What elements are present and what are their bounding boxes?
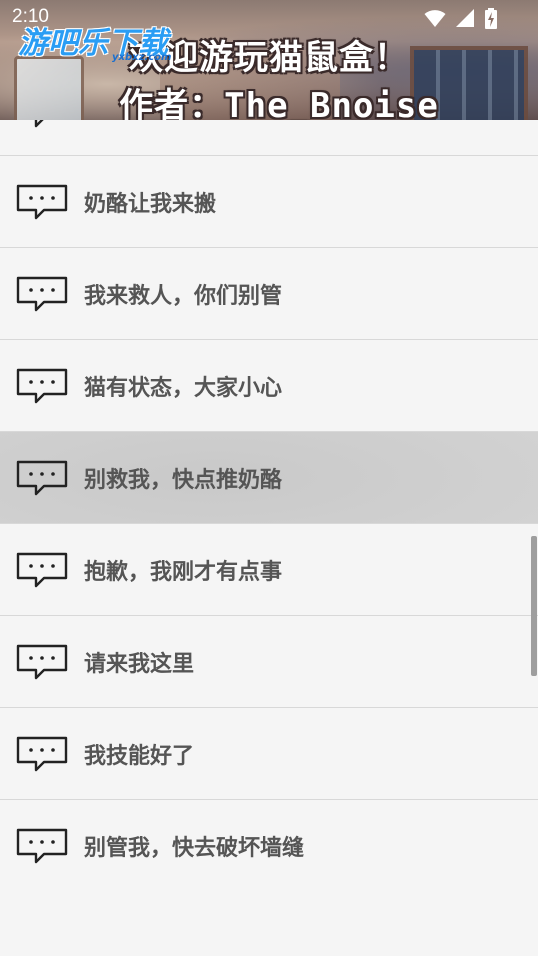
status-icons	[420, 8, 498, 29]
chat-bubble-icon	[16, 460, 68, 495]
list-scrollbar[interactable]	[531, 536, 537, 676]
cell-signal-icon	[455, 9, 474, 27]
list-item-label: 别救我，快点推奶酪	[84, 467, 283, 493]
list-item-label: 请来我这里	[84, 651, 195, 677]
app-screen: 奶酪让我来搬 我来救人，你们别管 猫有状态，大家小心 别救我，快点推奶酪 抱歉，…	[0, 0, 538, 956]
status-time: 2:10	[12, 6, 49, 27]
banner-author-text: 作者：The_Bnoise	[119, 86, 439, 120]
status-bar: 2:10	[0, 0, 538, 36]
chat-bubble-icon	[16, 276, 68, 311]
quick-chat-list[interactable]: 奶酪让我来搬 我来救人，你们别管 猫有状态，大家小心 别救我，快点推奶酪 抱歉，…	[0, 64, 538, 891]
chat-bubble-icon	[16, 184, 68, 219]
list-item[interactable]: 我技能好了	[0, 708, 538, 800]
list-item-label: 猫有状态，大家小心	[84, 375, 283, 401]
chat-bubble-icon	[16, 828, 68, 863]
list-item[interactable]: 请来我这里	[0, 616, 538, 708]
list-item[interactable]: 我来救人，你们别管	[0, 248, 538, 340]
chat-bubble-icon	[16, 552, 68, 587]
wifi-icon	[424, 10, 446, 27]
list-item-pressed[interactable]: 别救我，快点推奶酪	[0, 432, 538, 524]
list-item[interactable]: 奶酪让我来搬	[0, 156, 538, 248]
watermark-url: yxbxz.com	[112, 52, 172, 63]
chat-bubble-icon	[16, 368, 68, 403]
list-item-label: 奶酪让我来搬	[84, 191, 217, 217]
list-item-label: 抱歉，我刚才有点事	[84, 559, 283, 585]
chat-bubble-icon	[16, 736, 68, 771]
list-item[interactable]: 别管我，快去破坏墙缝	[0, 800, 538, 891]
list-item-label: 我来救人，你们别管	[84, 283, 283, 309]
list-item-label: 别管我，快去破坏墙缝	[84, 835, 305, 861]
chat-bubble-icon	[16, 644, 68, 679]
list-item-label: 我技能好了	[84, 743, 195, 769]
battery-charging-icon	[485, 8, 497, 29]
list-item[interactable]: 抱歉，我刚才有点事	[0, 524, 538, 616]
list-item[interactable]: 猫有状态，大家小心	[0, 340, 538, 432]
